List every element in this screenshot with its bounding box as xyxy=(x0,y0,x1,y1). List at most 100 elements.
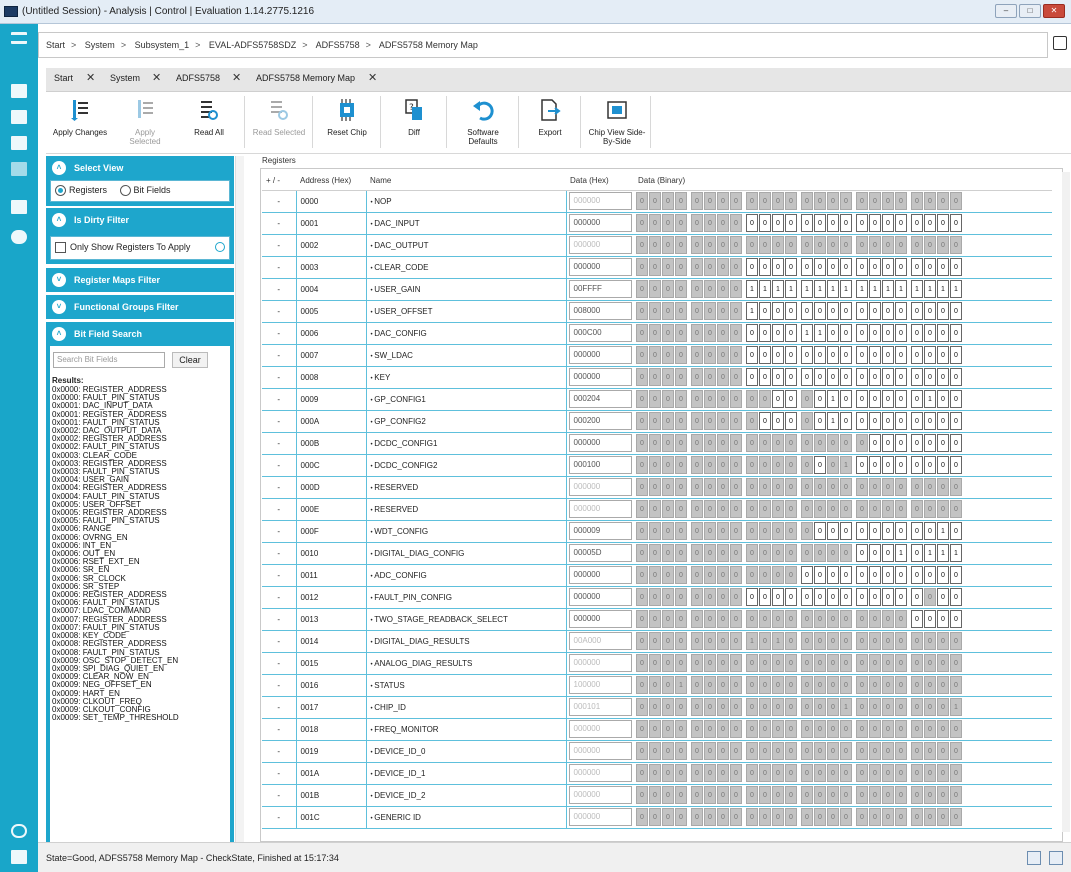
bit-cell[interactable]: 0 xyxy=(937,302,949,320)
bit-cell[interactable]: 0 xyxy=(856,544,868,562)
bit-cell[interactable]: 0 xyxy=(869,390,881,408)
bit-cell[interactable]: 0 xyxy=(856,302,868,320)
bit-cell[interactable]: 1 xyxy=(814,280,826,298)
bit-cell[interactable]: 0 xyxy=(856,324,868,342)
collapse-icon[interactable]: - xyxy=(262,586,296,609)
hex-value-input[interactable]: 000000 xyxy=(568,346,632,364)
bit-cell[interactable]: 0 xyxy=(937,588,949,606)
bit-cell[interactable]: 0 xyxy=(882,434,894,452)
result-item[interactable]: 0x0009: SET_TEMP_THRESHOLD xyxy=(52,713,230,722)
bit-cell[interactable]: 0 xyxy=(840,390,852,408)
bit-cell[interactable]: 0 xyxy=(882,544,894,562)
bit-cell[interactable]: 1 xyxy=(827,280,839,298)
bit-cell[interactable]: 0 xyxy=(882,214,894,232)
bit-cell[interactable]: 0 xyxy=(772,346,784,364)
close-icon[interactable]: ✕ xyxy=(368,71,377,84)
bit-cell[interactable]: 0 xyxy=(937,368,949,386)
menu-icon[interactable] xyxy=(11,32,27,44)
grid-icon[interactable] xyxy=(11,110,27,124)
bit-cell[interactable]: 1 xyxy=(827,412,839,430)
collapse-icon[interactable]: - xyxy=(262,344,296,367)
table-row[interactable]: -0015 • ANALOG_DIAG_RESULTS 000000 0 0 0 0 0 0 0 0… xyxy=(262,652,1052,675)
bit-cell[interactable]: 1 xyxy=(746,302,758,320)
bit-cell[interactable]: 0 xyxy=(911,368,923,386)
close-button[interactable]: ✕ xyxy=(1043,4,1065,18)
breadcrumb-item[interactable]: ADFS5758 xyxy=(316,40,360,50)
bit-cell[interactable]: 0 xyxy=(924,610,936,628)
bit-cell[interactable]: 0 xyxy=(759,302,771,320)
collapse-icon[interactable]: - xyxy=(262,674,296,697)
bit-cell[interactable]: 1 xyxy=(911,280,923,298)
collapse-icon[interactable]: - xyxy=(262,542,296,565)
browse-folder-icon[interactable] xyxy=(1053,36,1067,50)
bit-cell[interactable]: 1 xyxy=(950,544,962,562)
breadcrumb-item[interactable]: System xyxy=(85,40,115,50)
bit-cell[interactable]: 0 xyxy=(911,566,923,584)
bit-cell[interactable]: 0 xyxy=(801,566,813,584)
collapse-icon[interactable]: - xyxy=(262,740,296,763)
bit-cell[interactable]: 0 xyxy=(856,346,868,364)
bit-cell[interactable]: 0 xyxy=(911,544,923,562)
bit-cell[interactable]: 0 xyxy=(840,522,852,540)
register-maps-filter-header[interactable]: ˅ Register Maps Filter xyxy=(46,268,234,292)
bit-cell[interactable]: 0 xyxy=(814,302,826,320)
bit-cell[interactable]: 0 xyxy=(924,434,936,452)
name-column-header[interactable]: Name xyxy=(366,172,566,191)
bit-cell[interactable]: 0 xyxy=(827,324,839,342)
sort-column-header[interactable]: + / - xyxy=(262,172,296,191)
bit-cell[interactable]: 0 xyxy=(911,610,923,628)
table-row[interactable]: -0000 • NOP 000000 0 0 0 0 0 0 0 0 0 0 0 0 0 0 0 0 0 0 0 0 0 0 0 0 xyxy=(262,190,1052,213)
bit-cell[interactable]: 0 xyxy=(827,522,839,540)
bit-cell[interactable]: 0 xyxy=(814,412,826,430)
bit-cell[interactable]: 0 xyxy=(950,522,962,540)
bit-cell[interactable]: 0 xyxy=(882,412,894,430)
hex-value-input[interactable]: 000204 xyxy=(568,390,632,408)
close-icon[interactable]: ✕ xyxy=(152,71,161,84)
bit-cell[interactable]: 0 xyxy=(869,434,881,452)
refresh-icon[interactable] xyxy=(215,242,225,252)
bit-cell[interactable]: 0 xyxy=(950,434,962,452)
home-icon[interactable] xyxy=(11,84,27,98)
bit-cell[interactable]: 0 xyxy=(801,214,813,232)
bit-cell[interactable]: 0 xyxy=(785,214,797,232)
maximize-button[interactable]: □ xyxy=(1019,4,1041,18)
bit-cell[interactable]: 0 xyxy=(950,324,962,342)
bit-cell[interactable]: 0 xyxy=(882,588,894,606)
bit-cell[interactable]: 0 xyxy=(882,522,894,540)
table-row[interactable]: -001B • DEVICE_ID_2 000000 0 0 0 0 0 0 0 0 0 0 0 0 0 0 0 0… xyxy=(262,784,1052,807)
bit-cell[interactable]: 0 xyxy=(895,412,907,430)
bit-cell[interactable]: 0 xyxy=(950,610,962,628)
minimize-button[interactable]: – xyxy=(995,4,1017,18)
bit-cell[interactable]: 0 xyxy=(772,412,784,430)
clear-button[interactable]: Clear xyxy=(172,352,208,368)
bit-cell[interactable]: 1 xyxy=(746,280,758,298)
collapse-icon[interactable]: - xyxy=(262,608,296,631)
collapse-icon[interactable]: - xyxy=(262,718,296,741)
bit-cell[interactable]: 0 xyxy=(869,412,881,430)
bit-cell[interactable]: 0 xyxy=(840,346,852,364)
bit-cell[interactable]: 0 xyxy=(814,368,826,386)
bit-cell[interactable]: 0 xyxy=(895,214,907,232)
bit-cell[interactable]: 0 xyxy=(869,346,881,364)
bit-cell[interactable]: 0 xyxy=(840,566,852,584)
table-scrollbar[interactable] xyxy=(1062,172,1070,832)
collapse-icon[interactable]: - xyxy=(262,806,296,829)
tab-adfs5758[interactable]: ADFS5758 xyxy=(176,73,220,83)
bit-cell[interactable]: 0 xyxy=(911,214,923,232)
table-row[interactable]: -000C • DCDC_CONFIG2 000100 0 0 0 0 0 0 0 0 0 0 0 0 0 0 0… xyxy=(262,454,1052,477)
bit-cell[interactable]: 0 xyxy=(759,324,771,342)
hex-value-input[interactable]: 000C00 xyxy=(568,324,632,342)
bit-cell[interactable]: 0 xyxy=(895,390,907,408)
table-row[interactable]: -0003 • CLEAR_CODE 000000 0 0 0 0 0 0 0 0 0 0 0 0 0 0 0 0 0… xyxy=(262,256,1052,279)
bit-cell[interactable]: 0 xyxy=(759,346,771,364)
table-row[interactable]: -0010 • DIGITAL_DIAG_CONFIG 00005D 0 0 0 0 0 0 0 0… xyxy=(262,542,1052,565)
hex-value-input[interactable]: 000000 xyxy=(568,258,632,276)
table-row[interactable]: -001C • GENERIC ID 000000 0 0 0 0 0 0 0 0 0 0 0 0 0 0 0 0 0… xyxy=(262,806,1052,829)
bit-cell[interactable]: 0 xyxy=(882,258,894,276)
fit-view-icon[interactable] xyxy=(1027,851,1041,865)
bit-cell[interactable]: 0 xyxy=(924,566,936,584)
bit-cell[interactable]: 0 xyxy=(950,258,962,276)
table-row[interactable]: -0016 • STATUS 100000 0 0 0 1 0 0 0 0 0 0 0 0 0 0 0 0 0 0 0 0 0… xyxy=(262,674,1052,697)
bit-cell[interactable]: 0 xyxy=(746,368,758,386)
info-icon[interactable] xyxy=(11,824,27,838)
